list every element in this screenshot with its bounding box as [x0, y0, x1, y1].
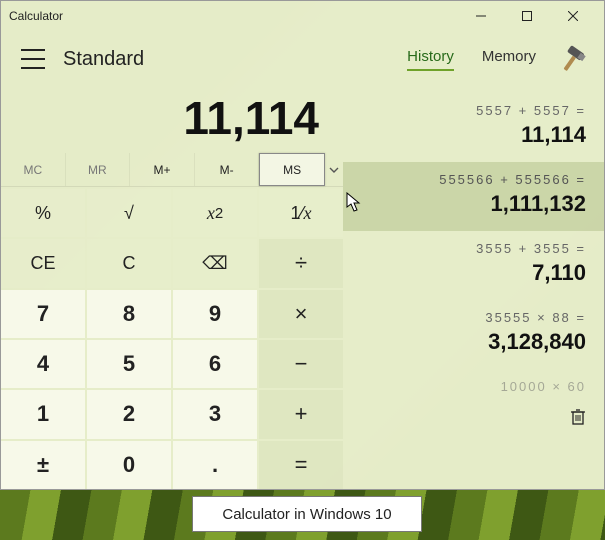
tab-memory[interactable]: Memory [482, 48, 536, 71]
window-title: Calculator [9, 9, 458, 23]
digit-5-key[interactable]: 5 [87, 340, 171, 388]
digit-6-key[interactable]: 6 [173, 340, 257, 388]
digit-1-key[interactable]: 1 [1, 390, 85, 438]
titlebar: Calculator [1, 1, 604, 31]
history-result: 3,128,840 [361, 329, 586, 355]
decimal-key[interactable]: . [173, 441, 257, 489]
caption-box: Calculator in Windows 10 [192, 496, 422, 532]
history-item[interactable]: 555566 + 555566 = 1,111,132 [343, 162, 604, 231]
digit-7-key[interactable]: 7 [1, 290, 85, 338]
history-expression: 3555 + 3555 = [361, 241, 586, 256]
memory-dropdown-icon[interactable] [325, 153, 343, 186]
history-item[interactable]: 3555 + 3555 = 7,110 [361, 231, 586, 300]
history-item[interactable]: 10000 × 60 [361, 369, 586, 408]
history-expression: 555566 + 555566 = [361, 172, 586, 187]
history-item[interactable]: 5557 + 5557 = 11,114 [361, 93, 586, 162]
reciprocal-num: 1 [290, 203, 300, 224]
subtract-key[interactable]: − [259, 340, 343, 388]
clear-entry-key[interactable]: CE [1, 239, 85, 287]
minimize-button[interactable] [458, 1, 504, 31]
sqrt-key[interactable]: √ [87, 189, 171, 237]
tab-history[interactable]: History [407, 48, 454, 71]
equals-key[interactable]: = [259, 441, 343, 489]
negate-key[interactable]: ± [1, 441, 85, 489]
history-item[interactable]: 35555 × 88 = 3,128,840 [361, 300, 586, 369]
square-key-x: x [207, 203, 215, 224]
close-button[interactable] [550, 1, 596, 31]
memory-row: MC MR M+ M- MS [1, 153, 343, 187]
clear-key[interactable]: C [87, 239, 171, 287]
display-value: 11,114 [1, 87, 343, 153]
menu-icon[interactable] [21, 49, 45, 69]
digit-0-key[interactable]: 0 [87, 441, 171, 489]
memory-subtract-button[interactable]: M- [195, 153, 260, 186]
memory-recall-button: MR [66, 153, 131, 186]
backspace-key[interactable]: ⌫ [173, 239, 257, 287]
digit-4-key[interactable]: 4 [1, 340, 85, 388]
keypad: % √ x2 1⁄x CE C ⌫ ÷ 7 8 9 × 4 5 6 − 1 2 … [1, 187, 343, 489]
square-key-sup: 2 [215, 205, 223, 222]
multiply-key[interactable]: × [259, 290, 343, 338]
digit-2-key[interactable]: 2 [87, 390, 171, 438]
topbar: Standard History Memory [1, 31, 604, 87]
digit-3-key[interactable]: 3 [173, 390, 257, 438]
history-expression: 10000 × 60 [361, 379, 586, 394]
calculator-panel: 11,114 MC MR M+ M- MS % √ x2 1⁄x CE C ⌫ … [1, 87, 343, 489]
memory-add-button[interactable]: M+ [130, 153, 195, 186]
memory-clear-button: MC [1, 153, 66, 186]
reciprocal-key[interactable]: 1⁄x [259, 189, 343, 237]
history-result: 1,111,132 [361, 191, 586, 217]
reciprocal-den: x [304, 203, 312, 224]
percent-key[interactable]: % [1, 189, 85, 237]
memory-store-button[interactable]: MS [259, 153, 325, 186]
add-key[interactable]: + [259, 390, 343, 438]
tabs: History Memory [407, 48, 536, 71]
hammer-icon[interactable] [556, 41, 592, 77]
history-panel: 5557 + 5557 = 11,114 555566 + 555566 = 1… [343, 87, 604, 489]
history-result: 7,110 [361, 260, 586, 286]
maximize-button[interactable] [504, 1, 550, 31]
digit-9-key[interactable]: 9 [173, 290, 257, 338]
divide-key[interactable]: ÷ [259, 239, 343, 287]
mode-label: Standard [63, 48, 407, 71]
history-expression: 35555 × 88 = [361, 310, 586, 325]
square-key[interactable]: x2 [173, 189, 257, 237]
history-expression: 5557 + 5557 = [361, 103, 586, 118]
digit-8-key[interactable]: 8 [87, 290, 171, 338]
trash-icon[interactable] [570, 408, 586, 431]
history-result: 11,114 [361, 122, 586, 148]
calculator-window: Calculator Standard History Memory 11,11… [0, 0, 605, 490]
